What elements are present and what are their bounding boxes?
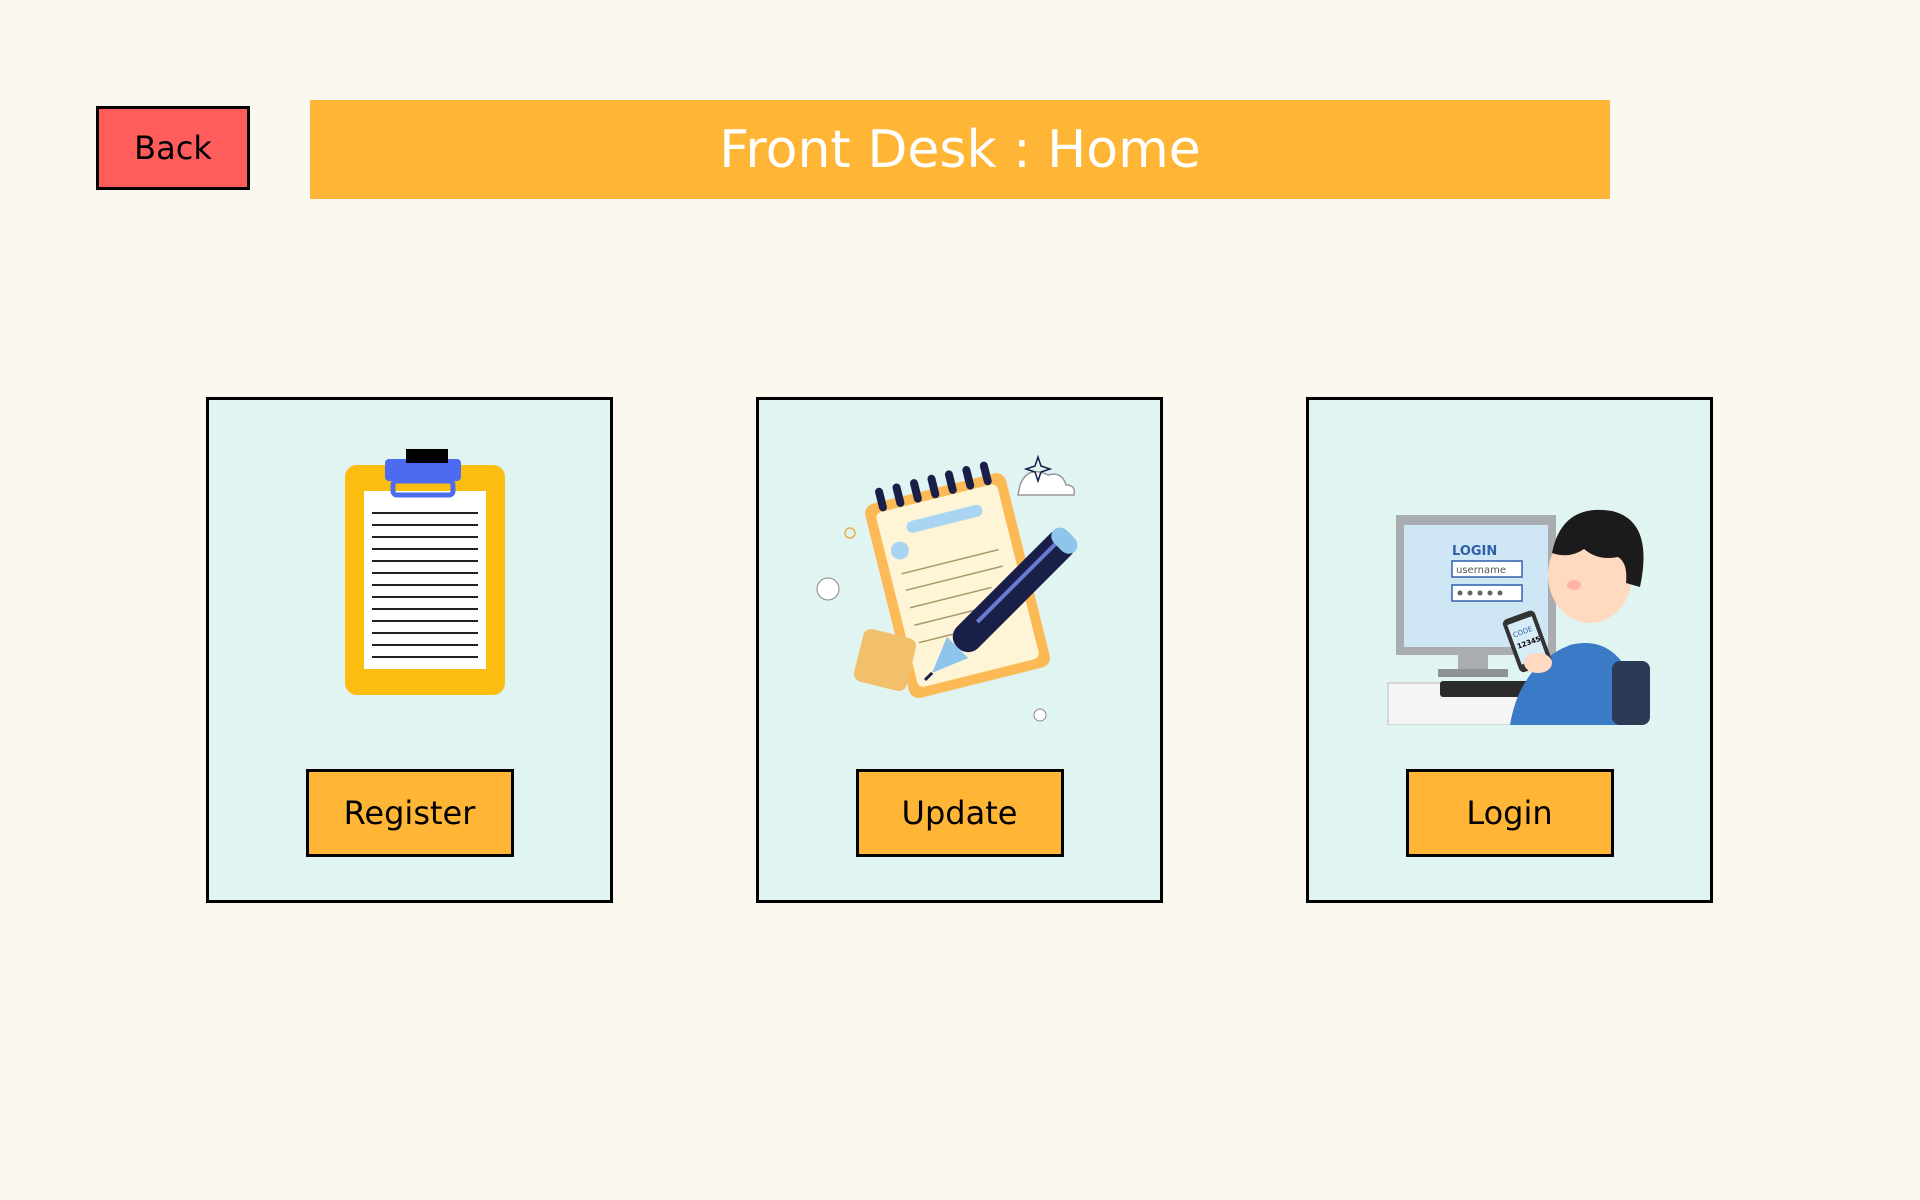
login-button[interactable]: Login (1405, 769, 1614, 857)
page-title: Front Desk : Home (719, 119, 1201, 180)
svg-text:username: username (1456, 565, 1506, 576)
clipboard-icon (344, 449, 505, 695)
update-card: Update (756, 397, 1163, 903)
register-button[interactable]: Register (305, 769, 514, 857)
register-card: Register (206, 397, 613, 903)
login-card: LOGIN username CODE 12345 Login (1306, 397, 1713, 903)
notepad-pen-icon (816, 454, 1077, 722)
page-title-bar: Front Desk : Home (310, 100, 1610, 199)
svg-text:LOGIN: LOGIN (1452, 544, 1497, 559)
back-button[interactable]: Back (96, 106, 250, 190)
update-button[interactable]: Update (855, 769, 1064, 857)
login-computer-person-icon: LOGIN username CODE 12345 (1387, 509, 1650, 725)
